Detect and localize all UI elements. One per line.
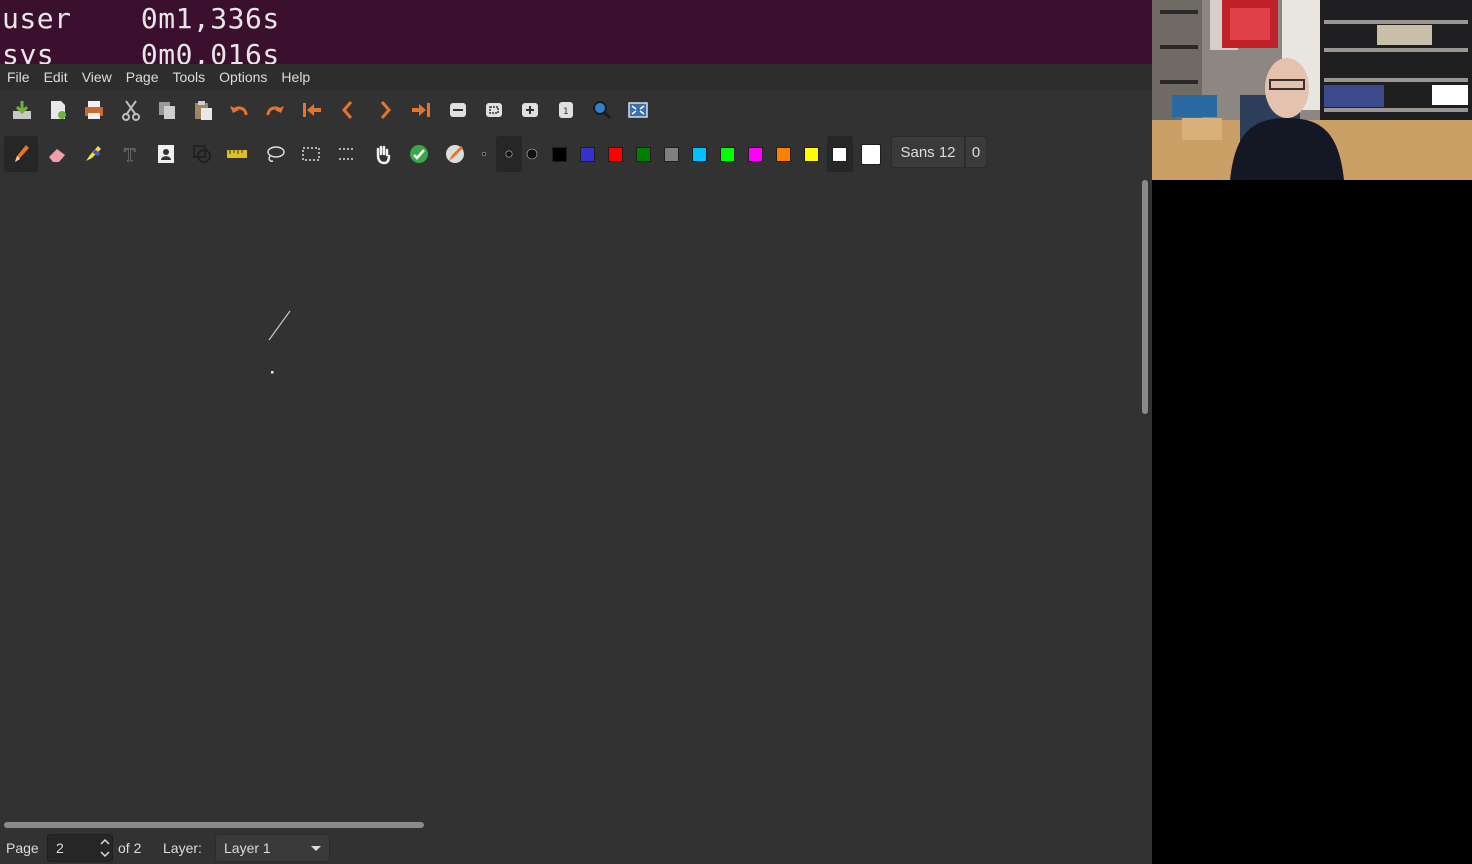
status-bar: Page 2 of 2 Layer: Layer 1: [0, 832, 1152, 864]
chevron-up-icon[interactable]: [100, 838, 110, 845]
horizontal-scrollbar[interactable]: [4, 822, 424, 828]
xournal-window: File Edit View Page Tools Options Help 1…: [0, 64, 1152, 864]
thickness-thick-button[interactable]: [519, 140, 545, 168]
print-icon[interactable]: [80, 96, 108, 124]
color-orange-swatch[interactable]: [776, 147, 791, 162]
rectangle-select-icon[interactable]: [297, 140, 325, 168]
first-page-icon[interactable]: [298, 96, 326, 124]
color-gray-swatch[interactable]: [664, 147, 679, 162]
menu-file[interactable]: File: [1, 64, 36, 90]
previous-page-icon[interactable]: [334, 96, 362, 124]
zoom-100-icon[interactable]: 1: [552, 96, 580, 124]
layer-select[interactable]: Layer 1: [215, 834, 330, 862]
menu-edit[interactable]: Edit: [38, 64, 74, 90]
fullscreen-icon[interactable]: [624, 96, 652, 124]
menu-tools[interactable]: Tools: [166, 64, 211, 90]
terminal-line: sys 0m0,016s: [2, 38, 280, 64]
menu-view[interactable]: View: [76, 64, 118, 90]
svg-text:1: 1: [563, 107, 569, 117]
zoom-in-icon[interactable]: [516, 96, 544, 124]
cut-icon[interactable]: [117, 96, 145, 124]
save-icon[interactable]: [8, 96, 36, 124]
copy-icon[interactable]: [153, 96, 181, 124]
next-page-icon[interactable]: [371, 96, 399, 124]
image-icon[interactable]: [152, 140, 180, 168]
color-yellow-swatch[interactable]: [804, 147, 819, 162]
layer-select-value: Layer 1: [224, 840, 271, 856]
main-toolbar: 1: [0, 92, 1152, 130]
layer-label: Layer:: [163, 840, 202, 856]
empty-screen-area: [1152, 180, 1472, 864]
menu-help[interactable]: Help: [275, 64, 316, 90]
menu-bar: File Edit View Page Tools Options Help: [0, 64, 1152, 90]
pen-icon[interactable]: [4, 136, 38, 172]
color-black-swatch[interactable]: [552, 147, 567, 162]
terminal-window: user 0m1,336s sys 0m0,016s: [0, 0, 1152, 64]
menu-page[interactable]: Page: [120, 64, 165, 90]
eraser-icon[interactable]: [43, 140, 71, 168]
chevron-down-icon[interactable]: [100, 851, 110, 858]
menu-options[interactable]: Options: [213, 64, 273, 90]
color-light-blue-swatch[interactable]: [692, 147, 707, 162]
text-icon[interactable]: T: [116, 140, 144, 168]
thickness-fine-button[interactable]: [471, 140, 497, 168]
webcam-video: [1152, 0, 1472, 180]
undo-icon[interactable]: [225, 96, 253, 124]
custom-color-button[interactable]: [861, 144, 881, 165]
paste-icon[interactable]: [189, 96, 217, 124]
color-red-swatch[interactable]: [608, 147, 623, 162]
default-tools-icon[interactable]: [405, 140, 433, 168]
tools-toolbar: T Sans 12 0: [0, 134, 1152, 174]
drawing-canvas[interactable]: [0, 176, 1140, 816]
pen-settings-icon[interactable]: [441, 140, 469, 168]
shape-recognizer-icon[interactable]: [188, 140, 216, 168]
ink-dot: [271, 371, 274, 374]
last-page-icon[interactable]: [407, 96, 435, 124]
zoom-fit-icon[interactable]: [480, 96, 508, 124]
zoom-out-icon[interactable]: [444, 96, 472, 124]
page-spin-buttons[interactable]: [98, 835, 112, 861]
vertical-scrollbar[interactable]: [1142, 180, 1148, 414]
ruler-icon[interactable]: [223, 140, 251, 168]
zoom-search-icon[interactable]: [588, 96, 616, 124]
color-green-swatch[interactable]: [636, 147, 651, 162]
color-white-swatch[interactable]: [832, 147, 847, 162]
color-magenta-swatch[interactable]: [748, 147, 763, 162]
font-button[interactable]: Sans 12: [891, 136, 965, 168]
vertical-space-icon[interactable]: [333, 140, 361, 168]
chevron-down-icon: [311, 846, 321, 851]
hand-icon[interactable]: [369, 140, 397, 168]
ink-stroke: [268, 310, 291, 341]
font-extra-button[interactable]: 0: [965, 136, 987, 168]
redo-icon[interactable]: [261, 96, 289, 124]
color-light-green-swatch[interactable]: [720, 147, 735, 162]
new-page-icon[interactable]: [44, 96, 72, 124]
page-label: Page: [6, 840, 39, 856]
terminal-line: user 0m1,336s: [2, 2, 280, 35]
page-count: of 2: [118, 840, 142, 856]
highlighter-icon[interactable]: [79, 140, 107, 168]
color-blue-swatch[interactable]: [580, 147, 595, 162]
lasso-select-icon[interactable]: [261, 140, 289, 168]
svg-text:T: T: [124, 146, 136, 165]
ink-strokes: [268, 310, 291, 374]
